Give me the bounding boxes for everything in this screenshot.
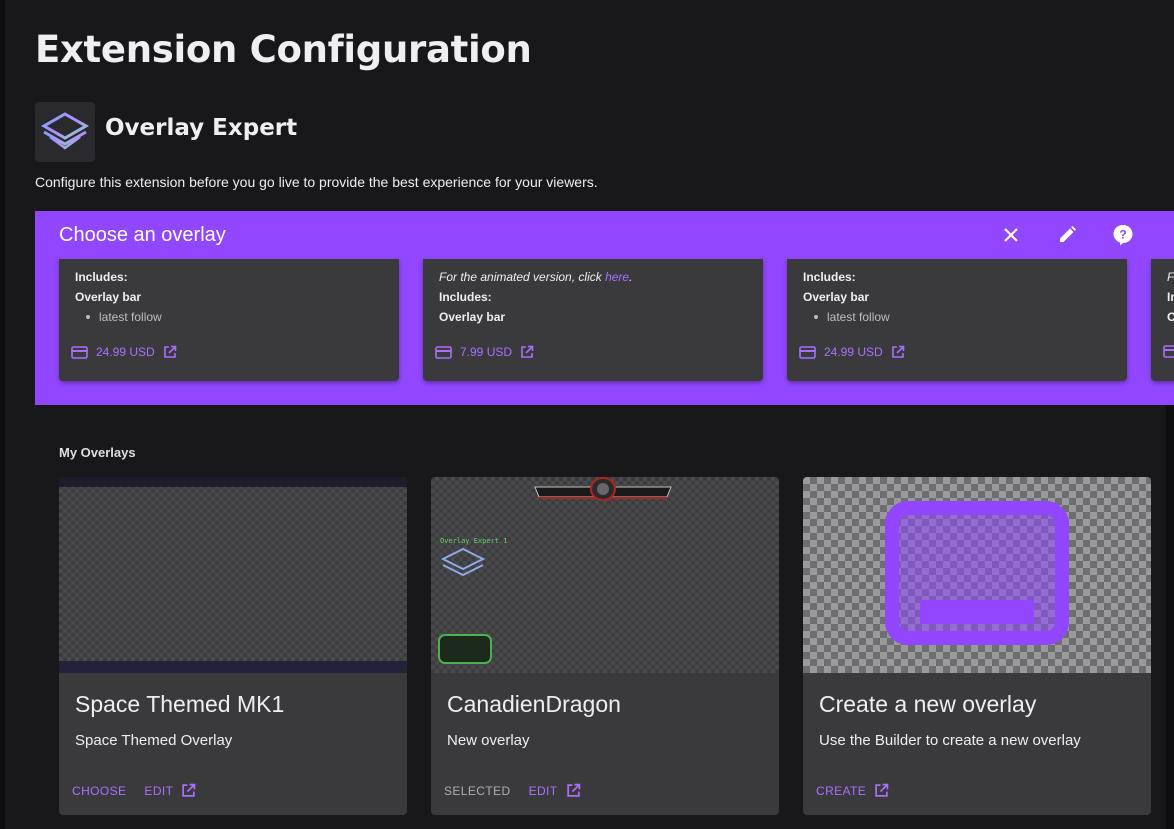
section-label: O [1167, 310, 1174, 324]
extension-name: Overlay Expert [105, 115, 298, 141]
scrollbar-track[interactable] [1166, 405, 1174, 829]
edit-label: EDIT [528, 783, 558, 798]
price-text: 7.99 USD [460, 345, 513, 359]
includes-label: Includes: [439, 290, 492, 304]
overlay-card-canadiendragon[interactable]: Overlay Expert 1 CanadienDragon New over… [431, 477, 779, 815]
card-intro: F [1167, 270, 1174, 284]
fade-overlay [787, 323, 1127, 339]
section-label: Overlay bar [803, 290, 870, 304]
overlay-thumbnail: Overlay Expert 1 [431, 477, 779, 673]
overlay-thumbnail [59, 477, 407, 673]
credit-card-icon [799, 345, 816, 359]
overlay-option-card[interactable]: For the animated version, click here. In… [423, 259, 763, 381]
overlay-expert-logo-icon [35, 102, 95, 162]
external-link-icon [566, 783, 580, 797]
card-actions: CHOOSE EDIT [72, 783, 214, 798]
choose-overlay-panel: Choose an overlay ? Includes: Overlay ba… [35, 211, 1174, 405]
my-overlays-label: My Overlays [59, 445, 136, 460]
price-link[interactable] [1163, 345, 1174, 358]
external-link-icon [875, 783, 889, 797]
overlay-card-space-themed[interactable]: Space Themed MK1 Space Themed Overlay CH… [59, 477, 407, 815]
thumbnail-banner [438, 477, 672, 664]
new-overlay-icon [885, 501, 1069, 645]
credit-card-icon [435, 345, 452, 359]
choose-button[interactable]: CHOOSE [72, 784, 126, 798]
price-link[interactable]: 24.99 USD [71, 345, 177, 359]
close-icon[interactable] [999, 223, 1023, 247]
thumbnail-top-bar [59, 477, 407, 487]
svg-text:?: ? [1119, 228, 1126, 242]
card-subtitle: New overlay [447, 732, 530, 749]
thumbnail-bottom-bar [59, 661, 407, 673]
external-link-icon [182, 783, 196, 797]
fade-overlay [59, 323, 399, 339]
edit-button[interactable]: EDIT [529, 783, 581, 798]
extension-description: Configure this extension before you go l… [35, 174, 598, 190]
credit-card-icon [1163, 345, 1174, 358]
panel-header: Choose an overlay ? [35, 211, 1174, 259]
create-thumbnail [803, 477, 1151, 673]
edit-label: EDIT [144, 783, 174, 798]
panel-title: Choose an overlay [59, 223, 226, 246]
includes-label: In [1167, 290, 1174, 304]
credit-card-icon [71, 345, 88, 359]
card-title: Create a new overlay [819, 691, 1037, 717]
edit-button[interactable]: EDIT [144, 783, 196, 798]
includes-label: Includes: [803, 270, 856, 284]
external-link-icon [891, 345, 905, 358]
pencil-icon[interactable] [1055, 223, 1079, 247]
card-title: Space Themed MK1 [75, 691, 285, 717]
create-label: CREATE [816, 783, 867, 798]
price-link[interactable]: 7.99 USD [435, 345, 534, 359]
card-actions: SELECTED EDIT [444, 783, 599, 798]
price-link[interactable]: 24.99 USD [799, 345, 905, 359]
external-link-icon [521, 345, 534, 358]
overlay-card-create-new[interactable]: Create a new overlay Use the Builder to … [803, 477, 1151, 815]
overlay-option-card[interactable]: F In O [1151, 259, 1174, 381]
price-text: 24.99 USD [96, 345, 155, 359]
fade-overlay [423, 323, 763, 339]
help-icon[interactable]: ? [1111, 223, 1135, 247]
thumbnail-label: Overlay Expert 1 [440, 537, 508, 545]
card-subtitle: Use the Builder to create a new overlay [819, 732, 1081, 749]
includes-label: Includes: [75, 270, 128, 284]
window-edge [0, 0, 5, 829]
external-link-icon [163, 345, 177, 358]
overlay-option-card[interactable]: Includes: Overlay bar latest follow 24.9… [59, 259, 399, 381]
card-subtitle: Space Themed Overlay [75, 732, 233, 749]
selected-status: SELECTED [444, 783, 511, 798]
card-intro: For the animated version, click here. [439, 270, 633, 284]
price-text: 24.99 USD [824, 345, 883, 359]
overlay-option-card[interactable]: Includes: Overlay bar latest follow 24.9… [787, 259, 1127, 381]
page-title: Extension Configuration [35, 28, 532, 71]
card-title: CanadienDragon [447, 691, 621, 717]
card-actions: CREATE [816, 783, 907, 798]
here-link[interactable]: here [605, 270, 629, 284]
section-label: Overlay bar [75, 290, 142, 304]
create-button[interactable]: CREATE [816, 783, 889, 798]
